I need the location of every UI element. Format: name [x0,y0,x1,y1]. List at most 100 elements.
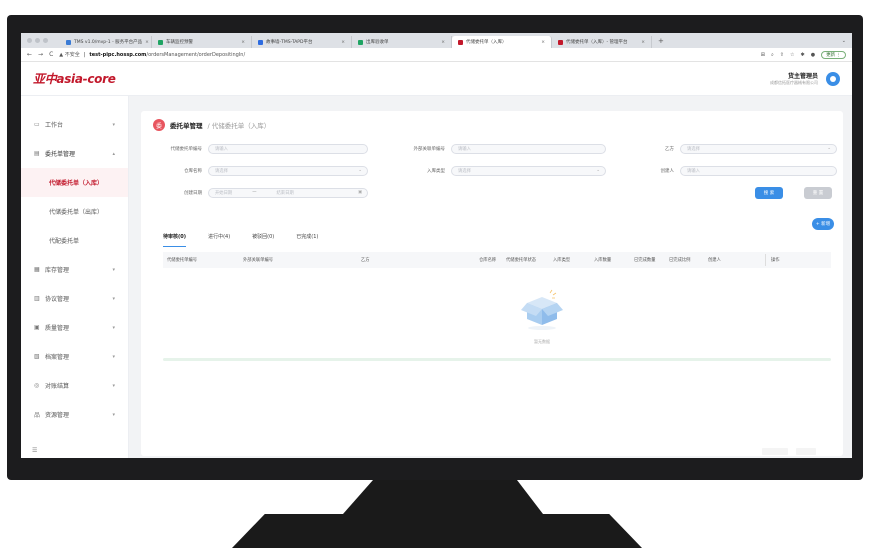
user-info[interactable]: 货主管理员 成都信拓医疗器械有限公司 [770,71,818,86]
column-header: 乙方 [361,258,370,263]
chevron-icon: ▾ [112,121,115,128]
chevron-down-icon: ⌄ [596,168,600,173]
empty-state-text: 暂无数据 [534,339,550,344]
close-tab-icon[interactable]: × [241,40,245,45]
browser-tab[interactable]: 故事墙-TMS-TAPD平台 × [252,36,352,48]
column-header: 代储委托单编号 [167,258,198,263]
page-title: 委 委托单管理 / 代储委托单（入库） [153,119,270,131]
sidebar-subitem[interactable]: 代储委托单（出库） [21,197,128,226]
user-name: 货主管理员 [787,73,818,80]
chevron-icon: ▾ [112,382,115,389]
table-header: 代储委托单编号 外部关联单编号 乙方 仓库名称 代储委托单状态 入库类型 入库数量 已完成数量… [163,252,831,268]
browser-tab-label: 出库验收单 [366,40,389,45]
monitor-stand-neck [343,480,543,514]
warehouse-select[interactable]: 请选择 ⌄ [208,165,368,176]
browser-tab[interactable]: 出库验收单 × [352,36,452,48]
sidebar-item[interactable]: ▥ 协议管理 ▾ [21,284,128,313]
empty-box-icon [521,289,563,330]
sidebar-item-label: 工作台 [45,122,64,129]
favicon-icon [558,39,563,45]
order-no-input[interactable]: 请输入 [208,143,368,154]
browser-tab[interactable]: TMS v1.0/mvp-1 - 服务平台产品 × [60,36,152,48]
update-button[interactable]: 更新 ⋮ [821,50,846,59]
close-tab-icon[interactable]: × [441,40,445,45]
favicon-icon [66,39,71,45]
sidebar-item[interactable]: ▦ 库存管理 ▾ [21,255,128,284]
sidebar-item[interactable]: ▧ 档案管理 ▾ [21,342,128,371]
close-tab-icon[interactable]: × [341,40,345,45]
external-no-input[interactable]: 请输入 [451,143,606,154]
menu-icon: ▣ [34,324,40,331]
status-tab[interactable]: 待审核(0) [163,233,187,247]
sidebar-subitem[interactable]: 代储委托单（入库） [21,168,128,197]
menu-icon: ◎ [34,382,40,389]
sidebar-item[interactable]: ▭ 工作台 ▾ [21,110,128,139]
sidebar-item[interactable]: ◎ 对账结算 ▾ [21,371,128,400]
menu-icon: ▤ [34,150,40,157]
status-tabs: 待审核(0) 进行中(4) 被驳回(0) 已完成(1) [163,233,340,247]
column-header: 代储委托单状态 [506,258,537,263]
close-tab-icon[interactable]: × [541,40,545,45]
browser-tab[interactable]: 代储委托单（入库）- 管理平台 × [552,36,652,48]
forward-icon[interactable]: → [38,51,43,58]
favicon-icon [458,39,463,45]
back-icon[interactable]: ← [27,51,32,58]
url-field[interactable]: ▲ 不安全 | test-pipc.hossp.com/ordersManage… [59,51,245,59]
chevron-down-icon: ⌄ [358,168,362,173]
creator-input[interactable]: 请输入 [680,165,837,176]
monitor-frame: TMS v1.0/mvp-1 - 服务平台产品 × 车辆监控预警 × 故事墙-TMS-T… [7,15,863,480]
profile-icon[interactable]: ● [811,52,815,58]
status-tab[interactable]: 进行中(4) [208,233,230,247]
chevron-icon: ▾ [112,411,115,418]
bookmark-star-icon[interactable]: ☆ [790,52,794,58]
translate-icon[interactable]: ⊞ [761,52,765,58]
reset-button[interactable]: 重 置 [804,187,832,199]
share-icon[interactable]: ⇪ [780,52,784,58]
search-button[interactable]: 搜 索 [755,187,783,199]
collapse-sidebar-icon[interactable]: ☰ [32,447,37,454]
chevron-down-icon: ⌄ [827,146,831,151]
calendar-icon: ▣ [357,190,362,195]
status-tab[interactable]: 已完成(1) [296,233,318,247]
sidebar-item[interactable]: ▣ 质量管理 ▾ [21,313,128,342]
add-button[interactable]: + 新增 [812,218,834,230]
horizontal-scrollbar[interactable] [163,358,831,361]
tab-search-icon[interactable]: ⌄ [842,38,852,44]
sidebar-item-label: 协议管理 [45,296,70,303]
date-range-picker[interactable]: 开始日期 — 结束日期 ▣ [208,187,368,198]
browser-tab[interactable]: 车辆监控预警 × [152,36,252,48]
extensions-icon[interactable]: ✱ [800,52,804,58]
avatar[interactable] [826,71,840,86]
external-no-filter: 外部关联单编号 请输入 [396,143,606,154]
security-warning[interactable]: ▲ 不安全 [59,51,79,58]
column-header: 创建人 [708,258,721,263]
browser-tab-label: TMS v1.0/mvp-1 - 服务平台产品 [74,40,143,45]
date-filter: 创建日期 开始日期 — 结束日期 ▣ [153,187,368,198]
order-no-filter: 代储委托单编号 请输入 [153,143,368,154]
sidebar-item[interactable]: 品资源管理 ▾ [21,400,128,429]
browser-tab[interactable]: 代储委托单（入库） × [452,36,552,48]
sidebar-subitem[interactable]: 代配委托单 [21,226,128,255]
breadcrumb[interactable]: / 代储委托单（入库） [208,120,271,130]
column-divider [765,254,766,266]
chevron-icon: ▴ [112,150,115,157]
app-logo[interactable]: 亚中asia-core [33,70,116,87]
sidebar-item-label: 委托单管理 [45,151,76,158]
status-tab[interactable]: 被驳回(0) [252,233,274,247]
sidebar-item-label: 对账结算 [45,383,70,390]
favicon-icon [158,39,163,45]
reload-icon[interactable]: C [49,51,53,58]
browser-tab-label: 代储委托单（入库） [466,40,507,45]
party-b-select[interactable]: 请选择 ⌄ [680,143,837,154]
zoom-icon[interactable]: ⌕ [771,52,774,58]
close-tab-icon[interactable]: × [641,40,645,45]
inbound-type-select[interactable]: 请选择 ⌄ [451,165,606,176]
window-controls[interactable] [27,38,48,43]
column-header: 已完成比例 [669,258,691,263]
sidebar-item[interactable]: ▤ 委托单管理 ▴ [21,139,128,168]
user-org: 成都信拓医疗器械有限公司 [770,80,818,85]
party-b-filter: 乙方 请选择 ⌄ [625,143,837,154]
new-tab-button[interactable]: + [652,37,670,45]
close-tab-icon[interactable]: × [145,40,149,45]
browser-tab-bar: TMS v1.0/mvp-1 - 服务平台产品 × 车辆监控预警 × 故事墙-TMS-T… [21,33,852,48]
